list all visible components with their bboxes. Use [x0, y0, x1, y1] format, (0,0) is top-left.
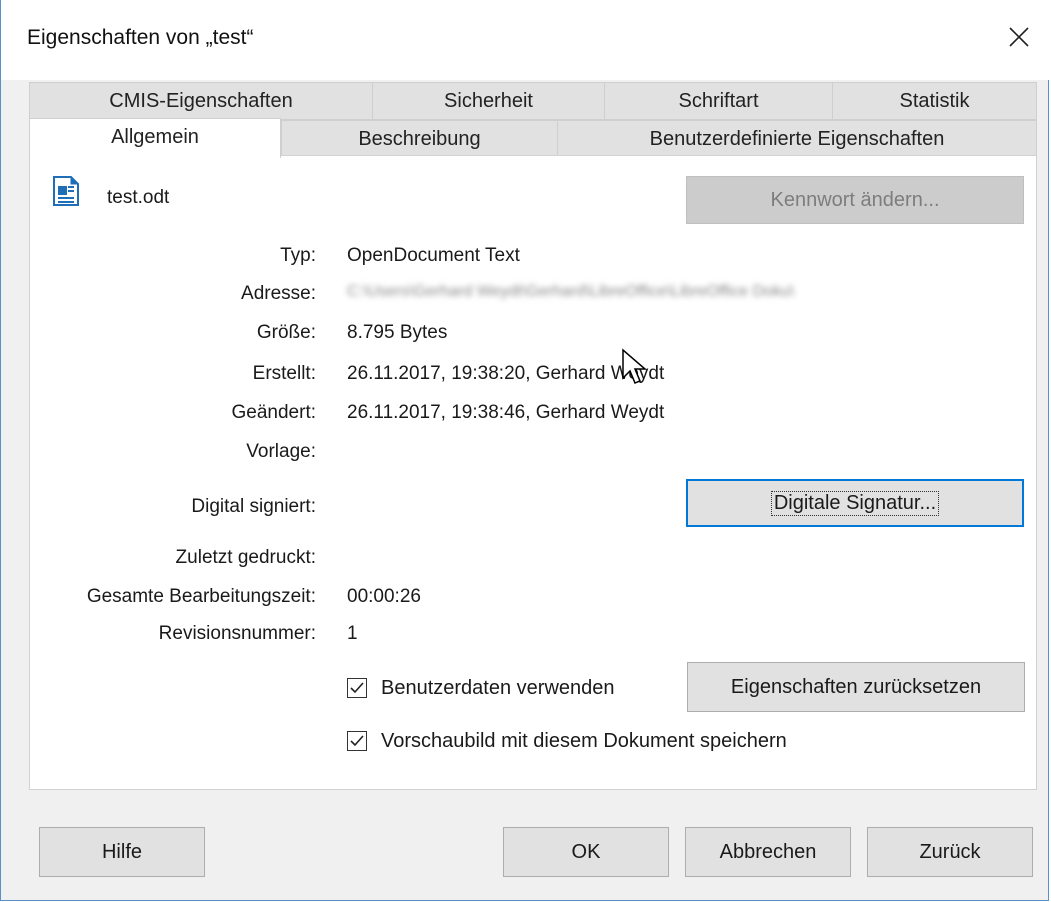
type-label: Typ: — [280, 245, 316, 266]
tab-schriftart[interactable]: Schriftart — [604, 82, 833, 120]
created-label: Erstellt: — [252, 363, 316, 384]
help-label: Hilfe — [101, 840, 142, 863]
back-button[interactable]: Zurück — [867, 827, 1033, 877]
tab-beschreibung[interactable]: Beschreibung — [281, 120, 558, 157]
file-name: test.odt — [107, 187, 170, 208]
change-password-label: Kennwort ändern... — [770, 188, 940, 211]
modified-label: Geändert: — [231, 402, 317, 423]
save-preview-label[interactable]: Vorschaubild mit diesem Dokument speiche… — [381, 730, 787, 753]
help-button[interactable]: Hilfe — [39, 827, 205, 877]
properties-dialog: Eigenschaften von „test“ CMIS-Eigenschaf… — [0, 0, 1050, 901]
edit-time-label: Gesamte Bearbeitungszeit: — [86, 586, 316, 607]
use-user-data-label[interactable]: Benutzerdaten verwenden — [381, 677, 615, 700]
reset-properties-label: Eigenschaften zurücksetzen — [730, 675, 982, 698]
reset-properties-button[interactable]: Eigenschaften zurücksetzen — [687, 662, 1025, 712]
revision-label: Revisionsnummer: — [158, 623, 316, 644]
tab-benutzerdefiniert[interactable]: Benutzerdefinierte Eigenschaften — [557, 120, 1037, 157]
mouse-cursor-icon — [622, 348, 647, 384]
window-title: Eigenschaften von „test“ — [27, 26, 254, 49]
cancel-button[interactable]: Abbrechen — [685, 827, 851, 877]
close-icon[interactable] — [996, 14, 1042, 60]
use-user-data-checkbox[interactable] — [347, 678, 367, 698]
ok-button[interactable]: OK — [503, 827, 669, 877]
created-value: 26.11.2017, 19:38:20, Gerhard Weydt — [347, 363, 665, 384]
change-password-button[interactable]: Kennwort ändern... — [686, 176, 1024, 224]
cancel-label: Abbrechen — [719, 840, 817, 863]
size-label: Größe: — [256, 322, 316, 343]
tab-sicherheit[interactable]: Sicherheit — [372, 82, 605, 120]
tab-allgemein[interactable]: Allgemein — [29, 118, 281, 158]
save-preview-checkbox[interactable] — [347, 731, 367, 751]
last-printed-label: Zuletzt gedruckt: — [175, 547, 316, 568]
back-label: Zurück — [919, 840, 981, 863]
modified-value: 26.11.2017, 19:38:46, Gerhard Weydt — [347, 402, 665, 423]
tab-cmis[interactable]: CMIS-Eigenschaften — [29, 82, 373, 120]
checkmark-icon — [350, 682, 364, 694]
address-value: C:\Users\Gerhard Weydt\Gerhard\LibreOffi… — [347, 283, 795, 300]
template-label: Vorlage: — [246, 441, 316, 462]
revision-value: 1 — [347, 623, 358, 644]
type-value: OpenDocument Text — [347, 245, 520, 266]
edit-time-value: 00:00:26 — [347, 586, 421, 607]
digital-signature-button[interactable]: Digitale Signatur... — [686, 479, 1024, 527]
size-value: 8.795 Bytes — [347, 322, 448, 343]
title-bar: Eigenschaften von „test“ — [1, 0, 1050, 80]
signed-label: Digital signiert: — [191, 496, 316, 517]
digital-signature-label: Digitale Signatur... — [770, 490, 940, 516]
ok-label: OK — [571, 840, 601, 863]
address-label: Adresse: — [241, 283, 316, 304]
writer-document-icon — [53, 176, 79, 206]
checkmark-icon — [350, 735, 364, 747]
tab-statistik[interactable]: Statistik — [832, 82, 1037, 120]
